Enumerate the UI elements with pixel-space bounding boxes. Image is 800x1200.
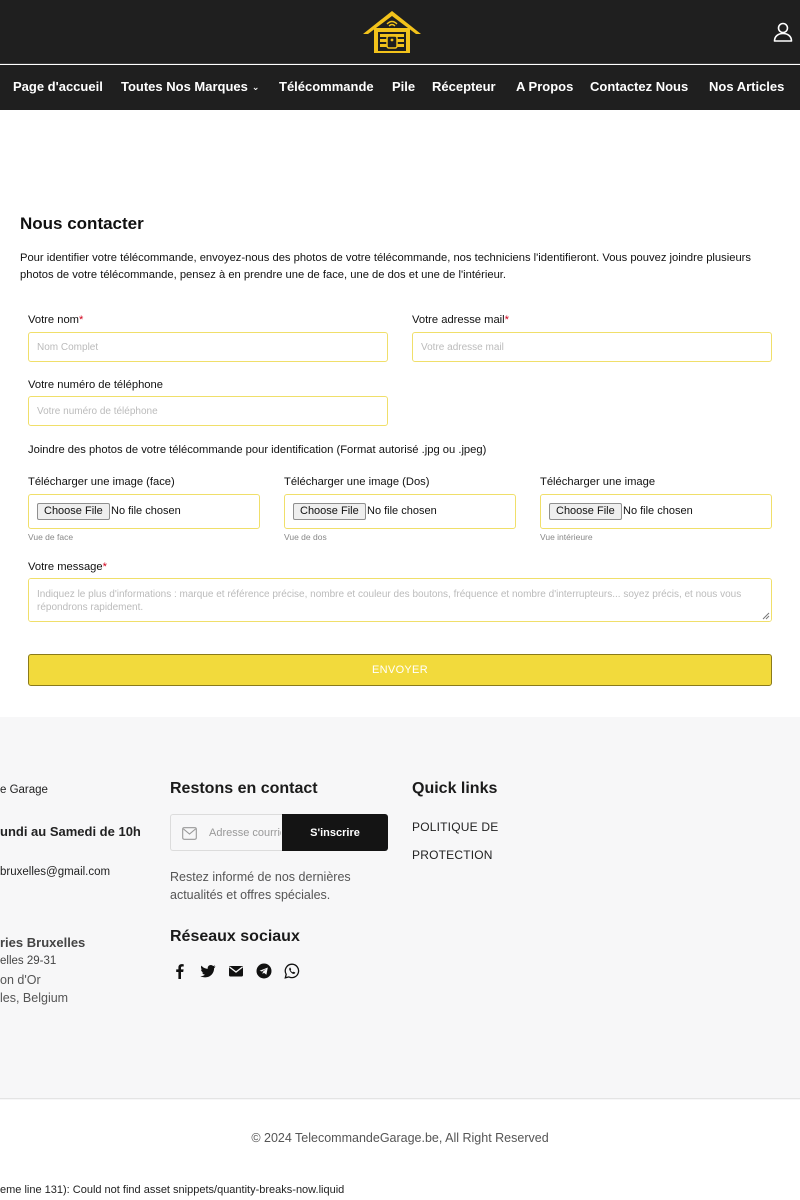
email-label-text: Votre adresse mail (412, 314, 505, 326)
nav-item-label: Nos Articles (709, 79, 785, 94)
upload-front-input[interactable]: Choose File No file chosen (28, 494, 260, 529)
nav-item-label: Contactez Nous (590, 79, 689, 94)
newsletter-email-input[interactable] (209, 824, 281, 842)
phone-field[interactable] (28, 396, 388, 426)
nav-item-battery[interactable]: Pile (392, 79, 415, 94)
page-title: Nous contacter (20, 214, 144, 233)
social-title: Réseaux sociaux (170, 928, 300, 945)
email-label: Votre adresse mail* (412, 314, 509, 326)
email-icon[interactable] (228, 963, 244, 979)
footer-street: elles 29-31 (0, 955, 57, 967)
nav-item-contact[interactable]: Contactez Nous (590, 79, 688, 94)
required-mark: * (102, 561, 107, 573)
message-label-text: Votre message (28, 561, 103, 573)
message-label: Votre message* (28, 561, 107, 573)
nav-item-label: Télécommande (279, 79, 374, 94)
copyright-text: © 2024 TelecommandeGarage.be, All Right … (251, 1131, 549, 1145)
nav-item-label: A Propos (516, 79, 574, 94)
nav-item-label: Pile (392, 79, 416, 94)
upload-front-label: Télécharger une image (face) (28, 476, 175, 488)
footer-store-name: ries Bruxelles (0, 935, 86, 950)
upload-back-hint: Vue de dos (284, 532, 327, 542)
newsletter-input-box[interactable] (170, 814, 282, 851)
envelope-icon (182, 827, 197, 840)
nav-item-remote[interactable]: Télécommande (279, 79, 374, 94)
telegram-icon[interactable] (256, 963, 272, 979)
footer-hours: undi au Samedi de 10h (0, 824, 141, 839)
required-mark: * (504, 314, 510, 326)
phone-label: Votre numéro de téléphone (28, 379, 163, 391)
newsletter-title: Restons en contact (170, 780, 318, 797)
site-footer (0, 717, 800, 1100)
top-header (0, 0, 800, 64)
nav-item-about[interactable]: A Propos (516, 79, 573, 94)
footer-divider (0, 1098, 800, 1099)
subscribe-button[interactable]: S'inscrire (282, 814, 388, 851)
name-label: Votre nom* (28, 314, 83, 326)
footer-info-line: e Garage (0, 784, 48, 796)
facebook-icon[interactable] (172, 963, 188, 979)
choose-file-button[interactable]: Choose File (37, 503, 110, 520)
message-field[interactable] (28, 578, 772, 622)
nav-item-label: Récepteur (432, 79, 496, 94)
name-field[interactable] (28, 332, 388, 362)
chevron-down-icon: ⌄ (251, 82, 260, 92)
footer-city: les, Belgium (0, 991, 69, 1005)
choose-file-button[interactable]: Choose File (549, 503, 622, 520)
user-account-icon[interactable] (771, 20, 795, 44)
liquid-error-text: eme line 131): Could not find asset snip… (0, 1184, 345, 1196)
nav-item-label: Page d'accueil (13, 79, 103, 94)
upload-back-label: Télécharger une image (Dos) (284, 476, 430, 488)
nav-item-brands[interactable]: Toutes Nos Marques ⌄ (121, 79, 259, 94)
name-label-text: Votre nom (28, 314, 79, 326)
nav-item-articles[interactable]: Nos Articles (709, 79, 784, 94)
main-navigation: Page d'accueil Toutes Nos Marques ⌄ Téléc… (0, 65, 800, 110)
garage-house-logo-icon[interactable] (361, 8, 423, 56)
footer-area: on d'Or (0, 973, 41, 987)
newsletter-note: Restez informé de nos dernières actualit… (170, 870, 351, 902)
intro-paragraph: Pour identifier votre télécommande, envo… (20, 252, 751, 281)
quick-link-privacy-line2[interactable]: PROTECTION (412, 848, 493, 862)
submit-button[interactable]: ENVOYER (28, 654, 772, 686)
nav-item-home[interactable]: Page d'accueil (13, 79, 103, 94)
nav-item-label: Toutes Nos Marques (121, 79, 248, 94)
quick-links-title: Quick links (412, 780, 498, 797)
upload-inside-input[interactable]: Choose File No file chosen (540, 494, 772, 529)
file-status: No file chosen (111, 505, 181, 517)
twitter-icon[interactable] (200, 963, 216, 979)
resize-grip-icon[interactable] (762, 612, 770, 620)
choose-file-button[interactable]: Choose File (293, 503, 366, 520)
nav-item-receiver[interactable]: Récepteur (432, 79, 496, 94)
upload-inside-hint: Vue intérieure (540, 532, 593, 542)
file-status: No file chosen (623, 505, 693, 517)
file-status: No file chosen (367, 505, 437, 517)
required-mark: * (79, 314, 84, 326)
upload-back-input[interactable]: Choose File No file chosen (284, 494, 516, 529)
upload-front-hint: Vue de face (28, 532, 74, 542)
footer-email[interactable]: bruxelles@gmail.com (0, 866, 110, 878)
quick-link-privacy-line1[interactable]: POLITIQUE DE (412, 820, 498, 834)
upload-inside-label: Télécharger une image (540, 476, 656, 488)
photos-note: Joindre des photos de votre télécommande… (28, 444, 487, 456)
email-field[interactable] (412, 332, 772, 362)
whatsapp-icon[interactable] (284, 963, 300, 979)
